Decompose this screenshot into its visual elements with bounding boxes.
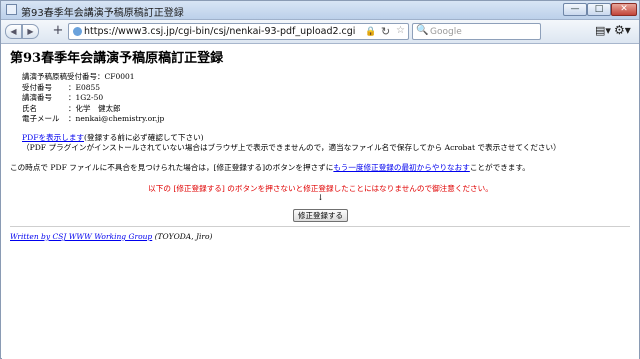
search-input[interactable]: 🔍 Google: [412, 23, 541, 40]
info-row: 講演番号 ：1G2-50: [22, 93, 164, 104]
maximize-button[interactable]: □: [587, 3, 611, 16]
search-icon: 🔍: [416, 25, 429, 36]
browser-window: 第93春季年会講演予稿原稿訂正登録 — □ ✕ ◀ ▶ + https://ww…: [0, 0, 640, 359]
info-label: 講演予稿原稿受付番号：: [22, 72, 105, 81]
info-value: ：1G2-50: [68, 93, 104, 102]
info-row: 講演予稿原稿受付番号： CF0001: [22, 72, 164, 83]
bookmark-star-icon[interactable]: ☆: [396, 25, 405, 36]
info-value: CF0001: [104, 72, 135, 81]
notice-text-after: ことができます。: [469, 163, 530, 172]
restart-notice: この時点で PDF ファイルに不具合を見つけられた場合は，[修正登録する]のボタ…: [10, 162, 530, 173]
title-bar: 第93春季年会講演予稿原稿訂正登録 — □ ✕: [1, 1, 639, 20]
pdf-display-link[interactable]: PDFを表示します: [22, 133, 84, 142]
notice-text-before: この時点で PDF ファイルに不具合を見つけられた場合は，[修正登録する]のボタ…: [10, 163, 334, 172]
info-value: ：化学 健太郎: [68, 103, 121, 113]
window-title: 第93春季年会講演予稿原稿訂正登録: [21, 8, 184, 19]
pdf-plugin-note: （PDF プラグインがインストールされていない場合はブラウザ上で表示できませんの…: [22, 143, 561, 152]
registration-info: 講演予稿原稿受付番号： CF0001 受付番号 ：E0855 講演番号 ：1G2-50…: [22, 72, 164, 125]
info-label: 電子メール: [22, 114, 60, 123]
divider: [10, 226, 630, 227]
info-label: 氏名: [22, 103, 37, 113]
search-placeholder: Google: [430, 27, 462, 37]
back-button[interactable]: ◀: [5, 24, 22, 39]
info-row: 電子メール ：nenkai@chemistry.or.jp: [22, 114, 164, 125]
lock-icon: 🔒: [365, 27, 377, 37]
navigation-toolbar: ◀ ▶ + https://www3.csj.jp/cgi-bin/csj/ne…: [1, 20, 639, 44]
info-row: 氏名 ：化学 健太郎: [22, 104, 164, 115]
address-bar[interactable]: https://www3.csj.jp/cgi-bin/csj/nenkai-9…: [68, 23, 409, 40]
close-button[interactable]: ✕: [611, 3, 637, 16]
forward-button[interactable]: ▶: [22, 24, 39, 39]
footer: Written by CSJ WWW Working Group (TOYODA…: [10, 232, 212, 241]
gear-icon[interactable]: ⚙▾: [614, 23, 631, 37]
restart-link[interactable]: もう一度修正登録の最初からやりなおす: [333, 163, 469, 172]
footer-author: (TOYODA, Jiro): [152, 232, 213, 241]
footer-link[interactable]: Written by CSJ WWW Working Group: [10, 232, 152, 241]
site-icon: [73, 27, 82, 36]
info-row: 受付番号 ：E0855: [22, 83, 164, 94]
new-tab-icon[interactable]: +: [51, 24, 65, 38]
info-value: ：E0855: [68, 82, 101, 92]
pdf-display-note: (登録する前に必ず確認して下さい): [84, 133, 204, 142]
reload-icon[interactable]: ↻: [381, 25, 390, 38]
info-label: 受付番号: [22, 82, 52, 92]
url-text[interactable]: https://www3.csj.jp/cgi-bin/csj/nenkai-9…: [84, 26, 355, 37]
submit-area: 修正登録する: [2, 203, 639, 222]
info-label: 講演番号: [22, 93, 52, 102]
page-favicon-icon: [6, 4, 17, 15]
page-menu-icon[interactable]: ▤▾: [595, 24, 611, 37]
down-arrow-icon: ↓: [317, 193, 324, 202]
info-value: ：nenkai@chemistry.or.jp: [68, 114, 165, 123]
page-title: 第93春季年会講演予稿原稿訂正登録: [10, 51, 224, 66]
submit-correction-button[interactable]: 修正登録する: [293, 209, 348, 222]
minimize-button[interactable]: —: [563, 3, 587, 16]
page-content: 第93春季年会講演予稿原稿訂正登録 講演予稿原稿受付番号： CF0001 受付番号…: [2, 44, 639, 359]
